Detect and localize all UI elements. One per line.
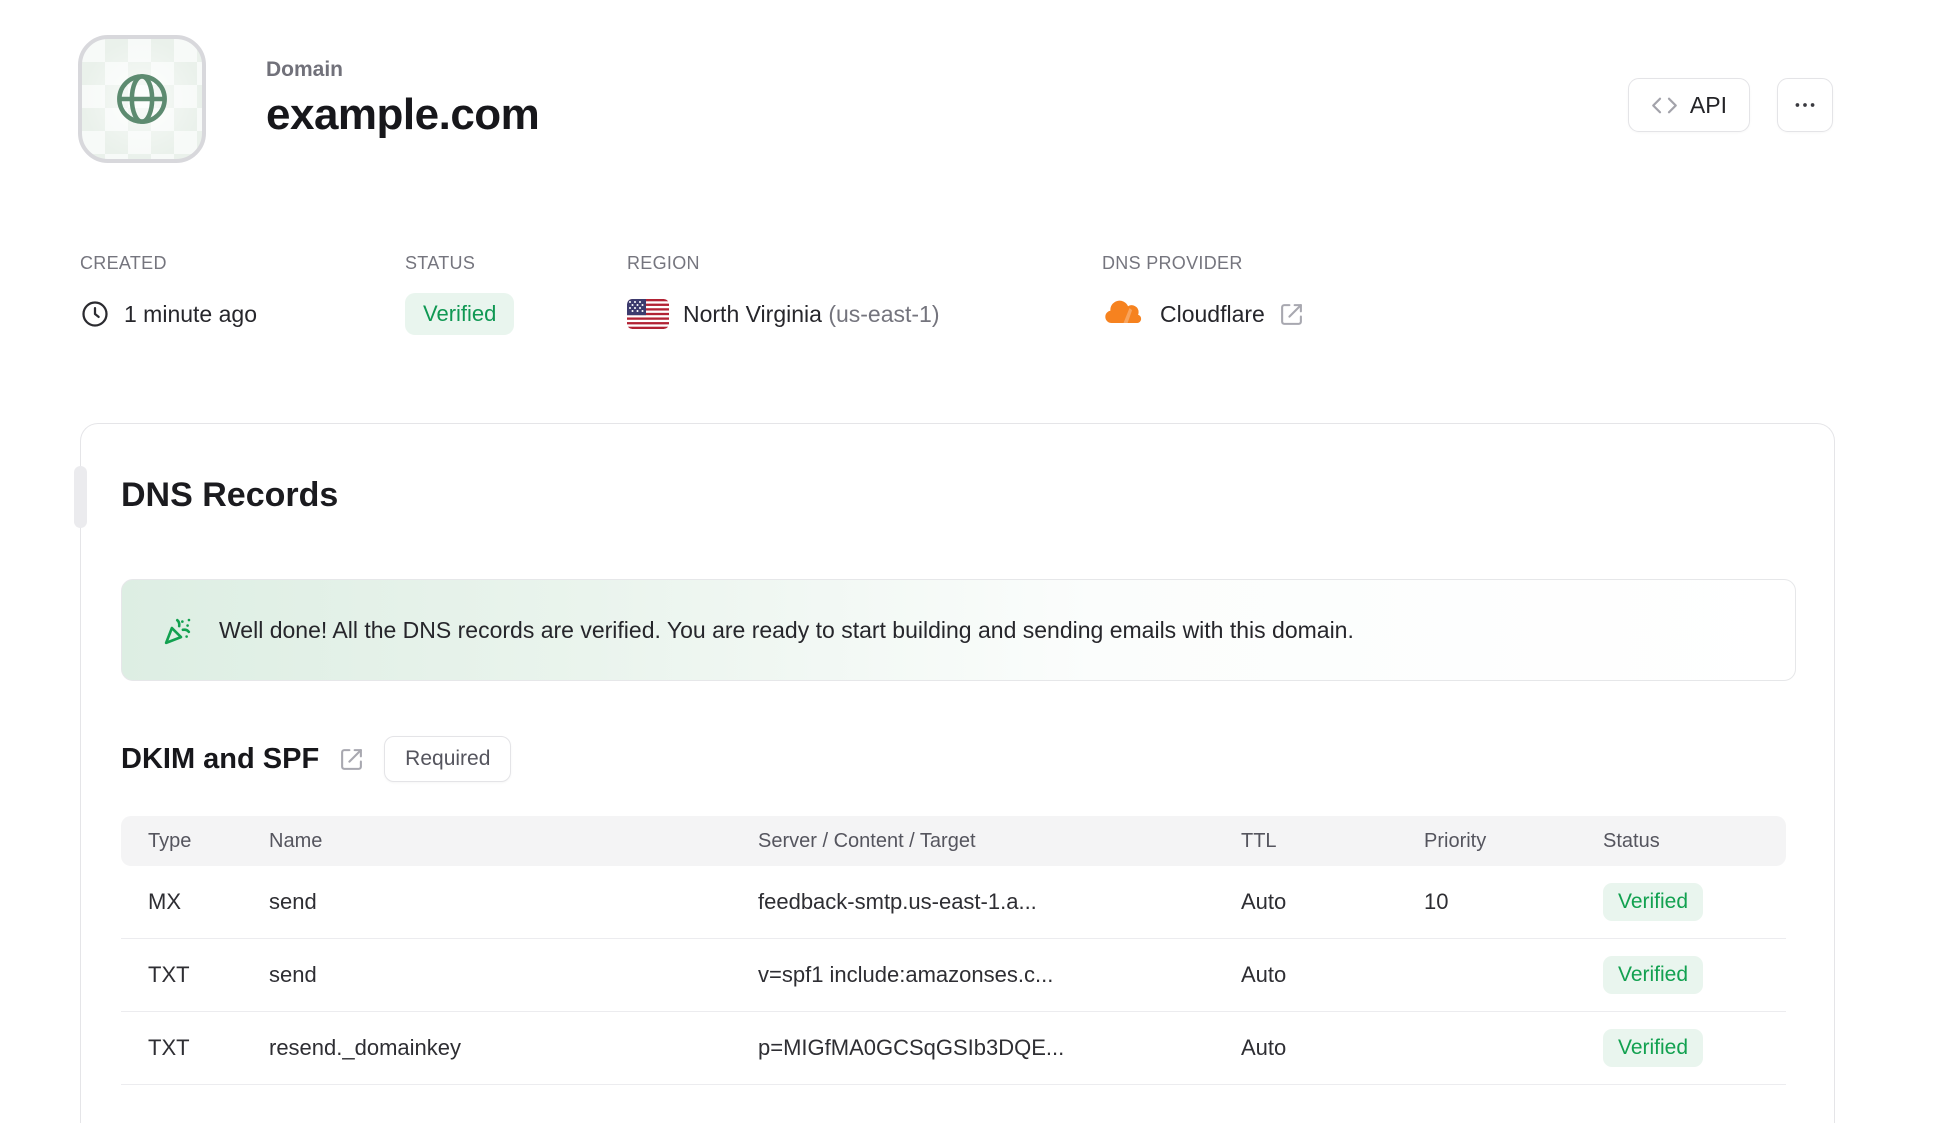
domain-meta: CREATED 1 minute ago STATUS Verified REG…: [80, 253, 1304, 336]
table-header-row: Type Name Server / Content / Target TTL …: [121, 816, 1786, 866]
api-button-label: API: [1689, 91, 1727, 118]
cloudflare-icon: [1105, 300, 1142, 323]
record-content[interactable]: p=MIGfMA0GCSqGSIb3DQE...: [758, 1035, 1241, 1061]
more-button[interactable]: [1777, 78, 1833, 132]
col-priority: Priority: [1424, 829, 1487, 852]
record-name: send: [269, 962, 317, 987]
record-status-badge: Verified: [1603, 1029, 1704, 1067]
region-code: (us-east-1): [828, 300, 940, 327]
col-name: Name: [269, 829, 323, 852]
table-row: TXT send v=spf1 include:amazonses.c... A…: [121, 939, 1786, 1012]
us-flag-icon: [627, 299, 669, 329]
dkim-spf-title: DKIM and SPF: [121, 742, 320, 775]
clock-icon: [82, 301, 108, 327]
region-value: North Virginia: [683, 300, 822, 327]
party-popper-icon: [164, 618, 191, 644]
page-title: example.com: [266, 90, 540, 139]
required-badge: Required: [384, 736, 512, 782]
globe-icon: [117, 74, 167, 124]
region-label: REGION: [627, 253, 700, 273]
status-label: STATUS: [405, 253, 476, 273]
record-priority: 10: [1424, 889, 1449, 914]
table-row: MX send feedback-smtp.us-east-1.a... Aut…: [121, 866, 1786, 939]
record-status-badge: Verified: [1603, 956, 1704, 994]
record-content[interactable]: feedback-smtp.us-east-1.a...: [758, 889, 1241, 915]
domain-detail-page: Domain example.com API CREATED 1 minute …: [0, 0, 1944, 1123]
record-ttl: Auto: [1241, 962, 1287, 987]
record-name: resend._domainkey: [269, 1035, 462, 1060]
dns-records-title: DNS Records: [121, 476, 339, 514]
dns-records-table: Type Name Server / Content / Target TTL …: [121, 816, 1786, 1085]
created-value: 1 minute ago: [124, 300, 257, 327]
record-type: TXT: [148, 1035, 190, 1060]
record-type: TXT: [148, 962, 190, 987]
col-status: Status: [1603, 829, 1660, 852]
dns-provider-label: DNS PROVIDER: [1102, 253, 1243, 273]
created-label: CREATED: [80, 253, 167, 273]
table-row: TXT resend._domainkey p=MIGfMA0GCSqGSIb3…: [121, 1012, 1786, 1085]
record-ttl: Auto: [1241, 1035, 1287, 1060]
code-icon: [1652, 97, 1677, 113]
record-type: MX: [148, 889, 181, 914]
verified-banner: Well done! All the DNS records are verif…: [121, 579, 1796, 681]
api-button[interactable]: API: [1627, 78, 1750, 132]
col-type: Type: [148, 829, 192, 852]
ellipsis-icon: [1795, 103, 1815, 107]
page-kicker: Domain: [266, 58, 344, 81]
dns-provider-value: Cloudflare: [1160, 300, 1265, 327]
col-ttl: TTL: [1241, 829, 1277, 852]
section-anchor-notch: [74, 466, 87, 528]
status-badge: Verified: [405, 293, 515, 335]
external-link-icon[interactable]: [339, 747, 364, 772]
record-content[interactable]: v=spf1 include:amazonses.c...: [758, 962, 1241, 988]
record-ttl: Auto: [1241, 889, 1287, 914]
record-status-badge: Verified: [1603, 883, 1704, 921]
col-content: Server / Content / Target: [758, 829, 976, 852]
record-name: send: [269, 889, 317, 914]
domain-avatar: [78, 35, 206, 163]
verified-banner-text: Well done! All the DNS records are verif…: [219, 616, 1354, 643]
dns-records-card: DNS Records Well done! All the DNS recor…: [74, 423, 1835, 1123]
external-link-icon[interactable]: [1279, 302, 1304, 327]
